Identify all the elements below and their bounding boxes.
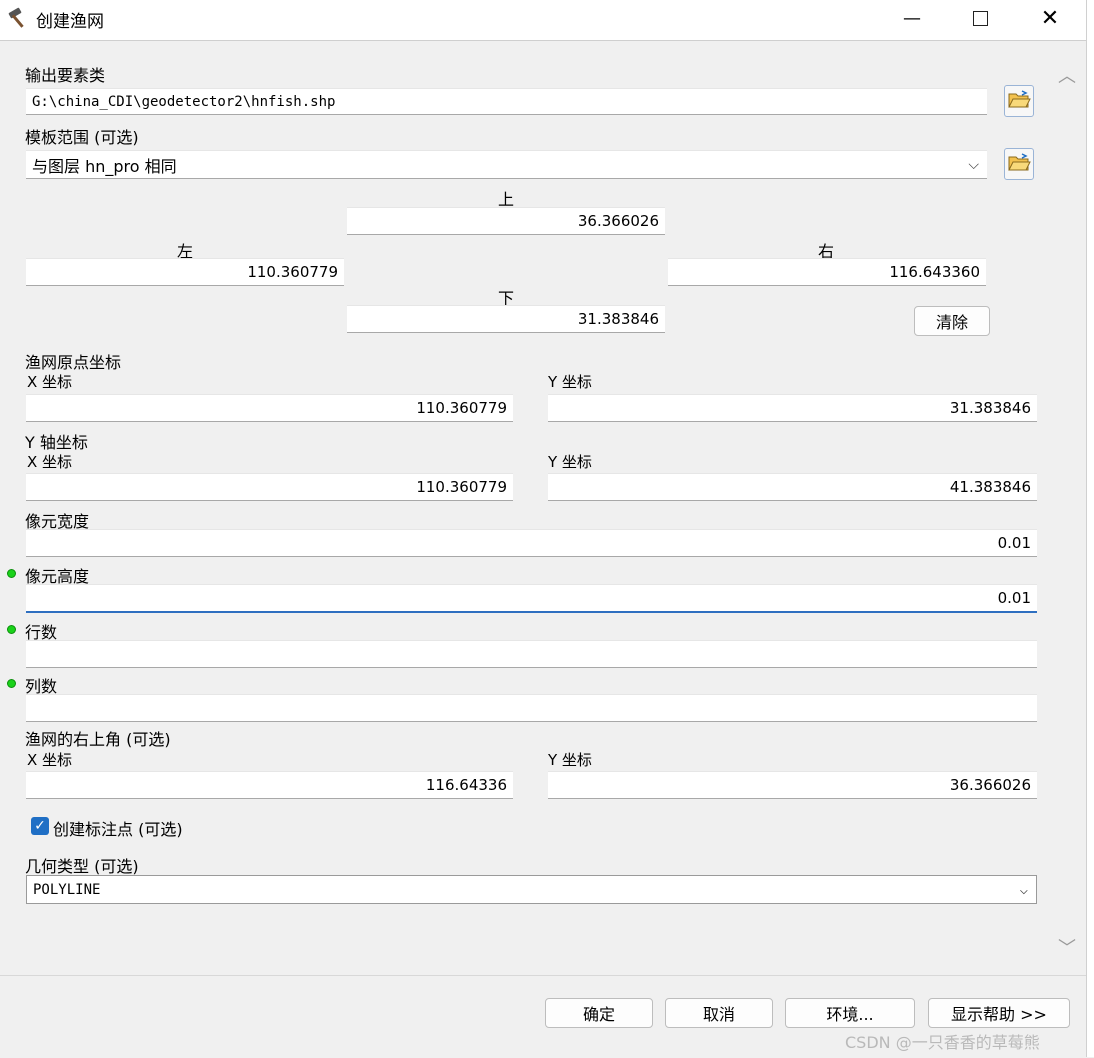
template-browse-button[interactable] — [1004, 148, 1034, 180]
origin-y-label: Y 坐标 — [548, 373, 592, 391]
opposite-corner-y-input[interactable]: 36.366026 — [548, 771, 1037, 799]
cell-height-input[interactable]: 0.01 — [26, 584, 1037, 613]
y-axis-y-input[interactable]: 41.383846 — [548, 473, 1037, 501]
close-button[interactable]: ✕ — [1020, 0, 1080, 36]
output-features-input[interactable]: G:\china_CDI\geodetector2\hnfish.shp — [26, 88, 987, 115]
origin-x-input[interactable]: 110.360779 — [26, 394, 513, 422]
clear-button[interactable]: 清除 — [914, 306, 990, 336]
opposite-corner-x-input[interactable]: 116.64336 — [26, 771, 513, 799]
cell-width-input[interactable]: 0.01 — [26, 529, 1037, 557]
geometry-type-value: POLYLINE — [33, 881, 101, 898]
cancel-button[interactable]: 取消 — [665, 998, 773, 1028]
opposite-corner-x-label: X 坐标 — [27, 751, 73, 769]
background-window-edge — [1086, 0, 1094, 1057]
y-axis-x-input[interactable]: 110.360779 — [26, 473, 513, 501]
hammer-icon — [6, 6, 32, 34]
opposite-corner-y-label: Y 坐标 — [548, 751, 592, 769]
y-axis-x-label: X 坐标 — [27, 453, 73, 471]
chevron-down-icon: ⌵ — [1019, 881, 1028, 898]
output-browse-button[interactable] — [1004, 85, 1034, 117]
rows-input[interactable] — [26, 640, 1037, 668]
label-points-checkbox[interactable]: ✓ — [31, 817, 49, 835]
origin-label: 渔网原点坐标 — [25, 353, 122, 372]
template-extent-value: 与图层 hn_pro 相同 — [32, 156, 177, 176]
opposite-corner-label: 渔网的右上角 (可选) — [25, 730, 171, 749]
maximize-button[interactable] — [950, 0, 1010, 36]
required-indicator-icon — [7, 569, 16, 578]
required-indicator-icon — [7, 625, 16, 634]
extent-left-input[interactable]: 110.360779 — [26, 258, 344, 286]
environments-button[interactable]: 环境... — [785, 998, 915, 1028]
template-extent-select[interactable]: 与图层 hn_pro 相同 ⌵ — [26, 150, 987, 179]
geometry-type-select[interactable]: POLYLINE ⌵ — [26, 875, 1037, 904]
minimize-icon: — — [903, 7, 921, 29]
title-bar: 创建渔网 — ✕ — [0, 0, 1086, 41]
output-features-label: 输出要素类 — [25, 66, 106, 85]
checkmark-icon: ✓ — [34, 818, 46, 834]
y-axis-label: Y 轴坐标 — [25, 433, 88, 452]
watermark: CSDN @一只香香的草莓熊 — [845, 1033, 1040, 1052]
scroll-up-icon[interactable]: ︿ — [1058, 62, 1076, 88]
y-axis-y-label: Y 坐标 — [548, 453, 592, 471]
folder-open-icon — [1007, 89, 1031, 113]
minimize-button[interactable]: — — [882, 0, 942, 36]
columns-input[interactable] — [26, 694, 1037, 722]
extent-bottom-input[interactable]: 31.383846 — [347, 305, 665, 333]
template-extent-label: 模板范围 (可选) — [25, 128, 139, 147]
extent-right-input[interactable]: 116.643360 — [668, 258, 986, 286]
folder-open-icon — [1007, 152, 1031, 176]
origin-y-input[interactable]: 31.383846 — [548, 394, 1037, 422]
origin-x-label: X 坐标 — [27, 373, 73, 391]
extent-top-input[interactable]: 36.366026 — [347, 207, 665, 235]
chevron-down-icon: ⌵ — [968, 156, 979, 173]
geometry-type-label: 几何类型 (可选) — [25, 857, 139, 876]
required-indicator-icon — [7, 679, 16, 688]
ok-button[interactable]: 确定 — [545, 998, 653, 1028]
scroll-down-icon[interactable]: ﹀ — [1058, 934, 1076, 960]
show-help-button[interactable]: 显示帮助 >> — [928, 998, 1070, 1028]
maximize-icon — [972, 10, 988, 26]
label-points-label: 创建标注点 (可选) — [53, 820, 183, 839]
window-title: 创建渔网 — [36, 12, 104, 32]
close-icon: ✕ — [1040, 5, 1060, 31]
